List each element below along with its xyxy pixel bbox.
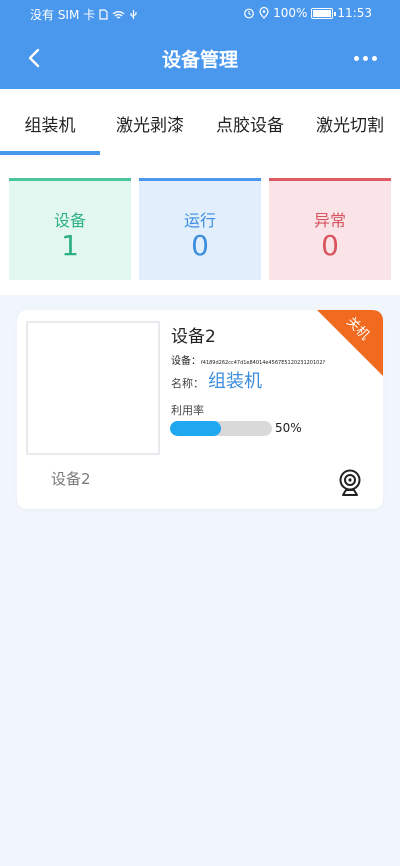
stat-card-devices[interactable]: 设备 1 bbox=[9, 178, 131, 280]
stat-value: 0 bbox=[191, 229, 209, 262]
device-name-row: 名称： 组装机 bbox=[171, 367, 262, 393]
utilization-progress bbox=[170, 421, 272, 436]
usb-icon bbox=[130, 10, 137, 19]
device-id-label: 设备： bbox=[171, 356, 201, 367]
camera-icon-shape bbox=[339, 469, 361, 496]
clock-text: 11:53 bbox=[337, 6, 372, 20]
app-bar: 设备管理 bbox=[0, 28, 400, 89]
stat-label: 运行 bbox=[183, 211, 216, 230]
stats-panel: 设备 1 运行 0 异常 0 bbox=[0, 155, 400, 295]
stat-value: 1 bbox=[61, 229, 79, 262]
status-left: 没有 SIM 卡 bbox=[30, 6, 138, 23]
stat-card-abnormal[interactable]: 异常 0 bbox=[269, 178, 391, 280]
stat-label: 设备 bbox=[53, 211, 86, 230]
sim-icon bbox=[99, 9, 108, 20]
device-thumbnail-label: 设备2 bbox=[51, 470, 91, 488]
device-thumbnail bbox=[26, 321, 160, 455]
top-bar: 没有 SIM 卡 100% 11:53 设备管理 bbox=[0, 0, 400, 89]
status-ribbon: 关机 bbox=[317, 310, 383, 376]
utilization-percent: 50% bbox=[275, 421, 302, 435]
more-dot bbox=[371, 55, 377, 61]
location-icon bbox=[259, 7, 269, 19]
more-dot bbox=[353, 55, 359, 61]
device-id-value: f4189d262cc47d1e84014e4567E512023120102? bbox=[201, 360, 326, 366]
stat-label: 异常 bbox=[313, 211, 346, 230]
more-dot bbox=[362, 55, 368, 61]
carrier-text: 没有 SIM 卡 bbox=[30, 8, 96, 22]
device-id-row: 设备：f4189d262cc47d1e84014e4567E5120231201… bbox=[171, 352, 325, 367]
page-title: 设备管理 bbox=[161, 49, 238, 71]
stat-value: 0 bbox=[321, 229, 339, 262]
tab-laser-cutting[interactable]: 激光切割 bbox=[300, 89, 400, 155]
battery-icon bbox=[311, 7, 337, 19]
utilization-label: 利用率 bbox=[171, 404, 204, 417]
device-name-label: 名称： bbox=[171, 377, 204, 390]
stat-card-running[interactable]: 运行 0 bbox=[139, 178, 261, 280]
utilization-progress-fill bbox=[170, 421, 221, 436]
device-name: 组装机 bbox=[208, 371, 262, 392]
device-title: 设备2 bbox=[171, 327, 216, 347]
more-button[interactable] bbox=[348, 42, 382, 74]
status-bar: 没有 SIM 卡 100% 11:53 bbox=[0, 0, 400, 28]
tab-assembly[interactable]: 组装机 bbox=[0, 89, 100, 155]
camera-icon[interactable] bbox=[338, 469, 362, 497]
category-tabs: 组装机 激光剥漆 点胶设备 激光切割 bbox=[0, 89, 400, 155]
status-right: 100% 11:53 bbox=[243, 6, 372, 20]
wifi-icon bbox=[112, 10, 125, 19]
device-card[interactable]: 设备2 设备2 设备：f4189d262cc47d1e84014e4567E51… bbox=[17, 310, 383, 509]
tab-dispensing[interactable]: 点胶设备 bbox=[200, 89, 300, 155]
tab-laser-paint-stripping[interactable]: 激光剥漆 bbox=[100, 89, 200, 155]
battery-text: 100% bbox=[273, 6, 308, 20]
alarm-icon bbox=[244, 8, 254, 19]
